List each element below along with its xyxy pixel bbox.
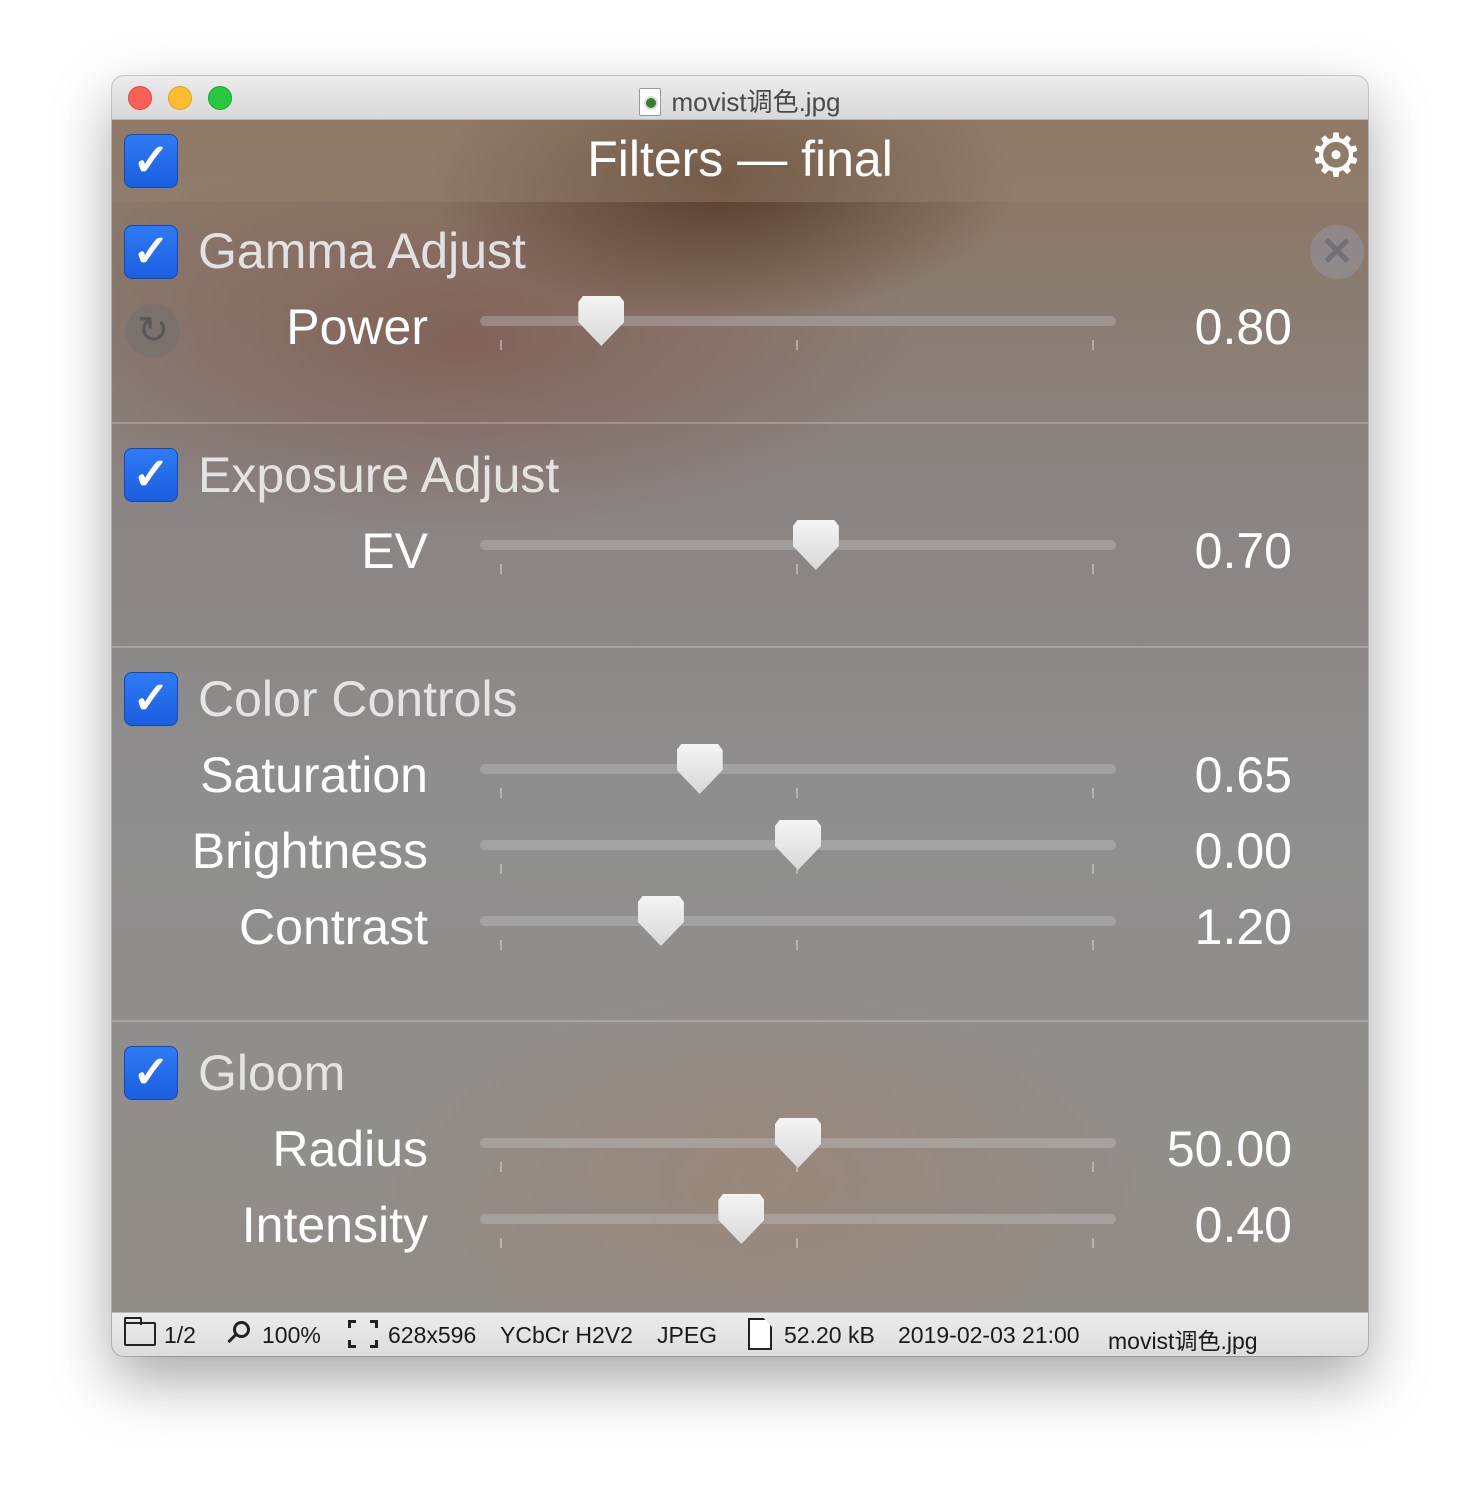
gear-icon[interactable]: ⚙ (1306, 126, 1366, 186)
dimensions-icon (348, 1320, 378, 1348)
file-size: 52.20 kB (784, 1322, 875, 1348)
slider-knob[interactable] (578, 296, 625, 346)
slider-tick (1092, 340, 1094, 350)
filters-title: Filters — final (587, 131, 893, 187)
magnifier-icon (224, 1319, 254, 1349)
slider-tick (1092, 564, 1094, 574)
filter-color-controls: ✓ Color Controls Saturation 0.65 Brightn… (112, 648, 1368, 1020)
file-name: movist调色.jpg (1108, 1328, 1258, 1354)
param-value: 50.00 (1166, 1121, 1292, 1177)
slider-tick (796, 940, 798, 950)
slider-tick (796, 564, 798, 574)
slider-tick (1092, 788, 1094, 798)
param-label: Power (286, 299, 428, 355)
param-label: Intensity (241, 1197, 428, 1253)
file-date: 2019-02-03 21:00 (898, 1322, 1080, 1348)
param-label: Brightness (191, 823, 428, 879)
document-icon (748, 1318, 772, 1350)
page-indicator: 1/2 (164, 1322, 196, 1348)
slider-track (480, 1214, 1116, 1224)
saturation-slider[interactable] (480, 738, 1116, 798)
slider-tick (796, 340, 798, 350)
color-space: YCbCr H2V2 (500, 1322, 633, 1348)
param-label: Contrast (239, 899, 428, 955)
filter-gloom: ✓ Gloom Radius 50.00 Intensity 0.40 (112, 1022, 1368, 1312)
contrast-slider[interactable] (480, 890, 1116, 950)
slider-tick (500, 864, 502, 874)
slider-knob[interactable] (637, 896, 684, 946)
slider-tick (1092, 940, 1094, 950)
param-value: 0.65 (1194, 747, 1292, 803)
slider-track (480, 316, 1116, 326)
slider-track (480, 916, 1116, 926)
gamma-enable-checkbox[interactable]: ✓ (124, 225, 178, 279)
brightness-slider[interactable] (480, 814, 1116, 874)
image-dimensions: 628x596 (388, 1322, 477, 1348)
color-controls-enable-checkbox[interactable]: ✓ (124, 672, 178, 726)
param-value: 0.80 (1194, 299, 1292, 355)
app-window: movist调色.jpg ✓ Filters — final ⚙ ✓ Gamma… (112, 76, 1368, 1356)
param-label: Saturation (200, 747, 428, 803)
slider-tick (500, 940, 502, 950)
image-file-icon (639, 88, 662, 116)
slider-tick (796, 788, 798, 798)
param-value: 0.00 (1194, 823, 1292, 879)
slider-tick (1092, 1238, 1094, 1248)
slider-knob[interactable] (676, 744, 723, 794)
window-title: movist调色.jpg (671, 87, 841, 117)
slider-track (480, 764, 1116, 774)
zoom-level: 100% (262, 1322, 321, 1348)
remove-filter-icon[interactable]: ✕ (1310, 225, 1364, 279)
slider-tick (1092, 1162, 1094, 1172)
slider-knob[interactable] (792, 520, 839, 570)
window-title-wrap: movist调色.jpg (112, 82, 1368, 119)
filters-header: ✓ Filters — final ⚙ (112, 120, 1368, 202)
image-format: JPEG (657, 1322, 718, 1348)
exposure-enable-checkbox[interactable]: ✓ (124, 448, 178, 502)
reset-icon[interactable]: ↻ (126, 304, 180, 358)
radius-slider[interactable] (480, 1112, 1116, 1172)
filter-title: Color Controls (198, 671, 518, 727)
slider-knob[interactable] (718, 1194, 765, 1244)
slider-knob[interactable] (775, 1118, 821, 1168)
filter-title: Gloom (198, 1045, 346, 1101)
filter-title: Exposure Adjust (198, 447, 560, 503)
param-value: 1.20 (1194, 899, 1292, 955)
ev-slider[interactable] (480, 514, 1116, 574)
gloom-enable-checkbox[interactable]: ✓ (124, 1046, 178, 1100)
filter-exposure-adjust: ✓ Exposure Adjust EV 0.70 (112, 424, 1368, 644)
title-bar[interactable]: movist调色.jpg (112, 76, 1368, 120)
power-slider[interactable] (480, 290, 1116, 350)
slider-tick (796, 1238, 798, 1248)
slider-tick (500, 340, 502, 350)
slider-knob[interactable] (775, 820, 821, 870)
filter-gamma-adjust: ✓ Gamma Adjust ✕ ↻ Power 0.80 (112, 202, 1368, 422)
param-label: EV (361, 523, 428, 579)
param-value: 0.40 (1194, 1197, 1292, 1253)
slider-tick (1092, 864, 1094, 874)
slider-tick (500, 788, 502, 798)
param-value: 0.70 (1194, 523, 1292, 579)
status-bar: 1/2 100% 628x596 YCbCr H2V2 JPEG 52.20 k… (112, 1312, 1368, 1356)
filter-title: Gamma Adjust (198, 223, 526, 279)
intensity-slider[interactable] (480, 1188, 1116, 1248)
slider-tick (500, 564, 502, 574)
filters-panel: ✓ Filters — final ⚙ ✓ Gamma Adjust ✕ ↻ P… (112, 120, 1368, 1312)
slider-tick (500, 1162, 502, 1172)
slider-tick (500, 1238, 502, 1248)
param-label: Radius (272, 1121, 428, 1177)
folder-icon (124, 1317, 156, 1346)
